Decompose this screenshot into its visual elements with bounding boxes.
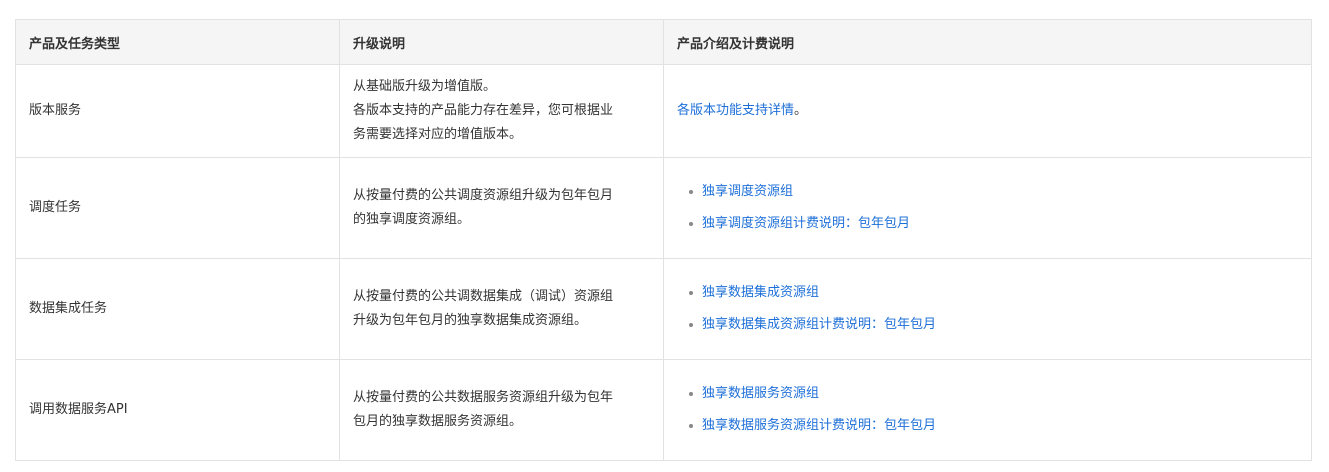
cell-links: 独享数据服务资源组 独享数据服务资源组计费说明：包年包月 bbox=[663, 359, 1312, 461]
header-product-type: 产品及任务类型 bbox=[15, 19, 340, 65]
list-item: 独享调度资源组计费说明：包年包月 bbox=[689, 208, 1298, 240]
list-item: 独享数据服务资源组 bbox=[689, 378, 1298, 410]
list-item: 独享数据服务资源组计费说明：包年包月 bbox=[689, 410, 1298, 442]
table-header-row: 产品及任务类型 升级说明 产品介绍及计费说明 bbox=[15, 19, 1312, 65]
table-row: 调用数据服务API 从按量付费的公共数据服务资源组升级为包年 包月的独享数据服务… bbox=[15, 359, 1312, 461]
desc-line: 升级为包年包月的独享数据集成资源组。 bbox=[353, 313, 588, 328]
data-service-resource-group-link[interactable]: 独享数据服务资源组 bbox=[702, 386, 819, 401]
desc-line: 从按量付费的公共调数据集成（调试）资源组 bbox=[353, 289, 614, 304]
desc-line: 务需要选择对应的增值版本。 bbox=[353, 127, 523, 142]
cell-links: 独享调度资源组 独享调度资源组计费说明：包年包月 bbox=[663, 157, 1312, 259]
cell-desc: 从基础版升级为增值版。 各版本支持的产品能力存在差异，您可根据业 务需要选择对应… bbox=[339, 64, 664, 158]
desc-line: 从基础版升级为增值版。 bbox=[353, 79, 497, 94]
bullet-icon bbox=[689, 222, 693, 226]
integration-billing-link[interactable]: 独享数据集成资源组计费说明：包年包月 bbox=[702, 317, 936, 332]
bullet-icon bbox=[689, 323, 693, 327]
upgrade-table: 产品及任务类型 升级说明 产品介绍及计费说明 版本服务 从基础版升级为增值版。 … bbox=[15, 19, 1312, 461]
cell-desc: 从按量付费的公共调度资源组升级为包年包月 的独享调度资源组。 bbox=[339, 157, 664, 259]
desc-line: 的独享调度资源组。 bbox=[353, 212, 471, 227]
version-features-link[interactable]: 各版本功能支持详情 bbox=[677, 103, 794, 118]
cell-links: 各版本功能支持详情。 bbox=[663, 64, 1312, 158]
list-item: 独享调度资源组 bbox=[689, 176, 1298, 208]
desc-line: 各版本支持的产品能力存在差异，您可根据业 bbox=[353, 103, 614, 118]
scheduling-billing-link[interactable]: 独享调度资源组计费说明：包年包月 bbox=[702, 216, 910, 231]
list-item: 独享数据集成资源组计费说明：包年包月 bbox=[689, 309, 1298, 341]
desc-line: 包月的独享数据服务资源组。 bbox=[353, 414, 523, 429]
table-row: 版本服务 从基础版升级为增值版。 各版本支持的产品能力存在差异，您可根据业 务需… bbox=[15, 64, 1312, 158]
desc-line: 从按量付费的公共数据服务资源组升级为包年 bbox=[353, 390, 614, 405]
bullet-icon bbox=[689, 291, 693, 295]
cell-type: 调用数据服务API bbox=[15, 359, 340, 461]
scheduling-resource-group-link[interactable]: 独享调度资源组 bbox=[702, 184, 793, 199]
data-service-billing-link[interactable]: 独享数据服务资源组计费说明：包年包月 bbox=[702, 418, 936, 433]
upgrade-table-container: 产品及任务类型 升级说明 产品介绍及计费说明 版本服务 从基础版升级为增值版。 … bbox=[15, 19, 1312, 461]
table-row: 数据集成任务 从按量付费的公共调数据集成（调试）资源组 升级为包年包月的独享数据… bbox=[15, 258, 1312, 360]
cell-links: 独享数据集成资源组 独享数据集成资源组计费说明：包年包月 bbox=[663, 258, 1312, 360]
bullet-icon bbox=[689, 190, 693, 194]
cell-type: 版本服务 bbox=[15, 64, 340, 158]
integration-resource-group-link[interactable]: 独享数据集成资源组 bbox=[702, 285, 819, 300]
header-upgrade-desc: 升级说明 bbox=[339, 19, 664, 65]
link-list: 独享数据服务资源组 独享数据服务资源组计费说明：包年包月 bbox=[677, 378, 1298, 442]
link-list: 独享数据集成资源组 独享数据集成资源组计费说明：包年包月 bbox=[677, 277, 1298, 341]
link-suffix: 。 bbox=[794, 103, 808, 118]
link-list: 独享调度资源组 独享调度资源组计费说明：包年包月 bbox=[677, 176, 1298, 240]
cell-desc: 从按量付费的公共调数据集成（调试）资源组 升级为包年包月的独享数据集成资源组。 bbox=[339, 258, 664, 360]
header-intro-billing: 产品介绍及计费说明 bbox=[663, 19, 1312, 65]
table-row: 调度任务 从按量付费的公共调度资源组升级为包年包月 的独享调度资源组。 独享调度… bbox=[15, 157, 1312, 259]
cell-type: 调度任务 bbox=[15, 157, 340, 259]
list-item: 独享数据集成资源组 bbox=[689, 277, 1298, 309]
bullet-icon bbox=[689, 392, 693, 396]
cell-desc: 从按量付费的公共数据服务资源组升级为包年 包月的独享数据服务资源组。 bbox=[339, 359, 664, 461]
desc-line: 从按量付费的公共调度资源组升级为包年包月 bbox=[353, 188, 614, 203]
cell-type: 数据集成任务 bbox=[15, 258, 340, 360]
bullet-icon bbox=[689, 424, 693, 428]
